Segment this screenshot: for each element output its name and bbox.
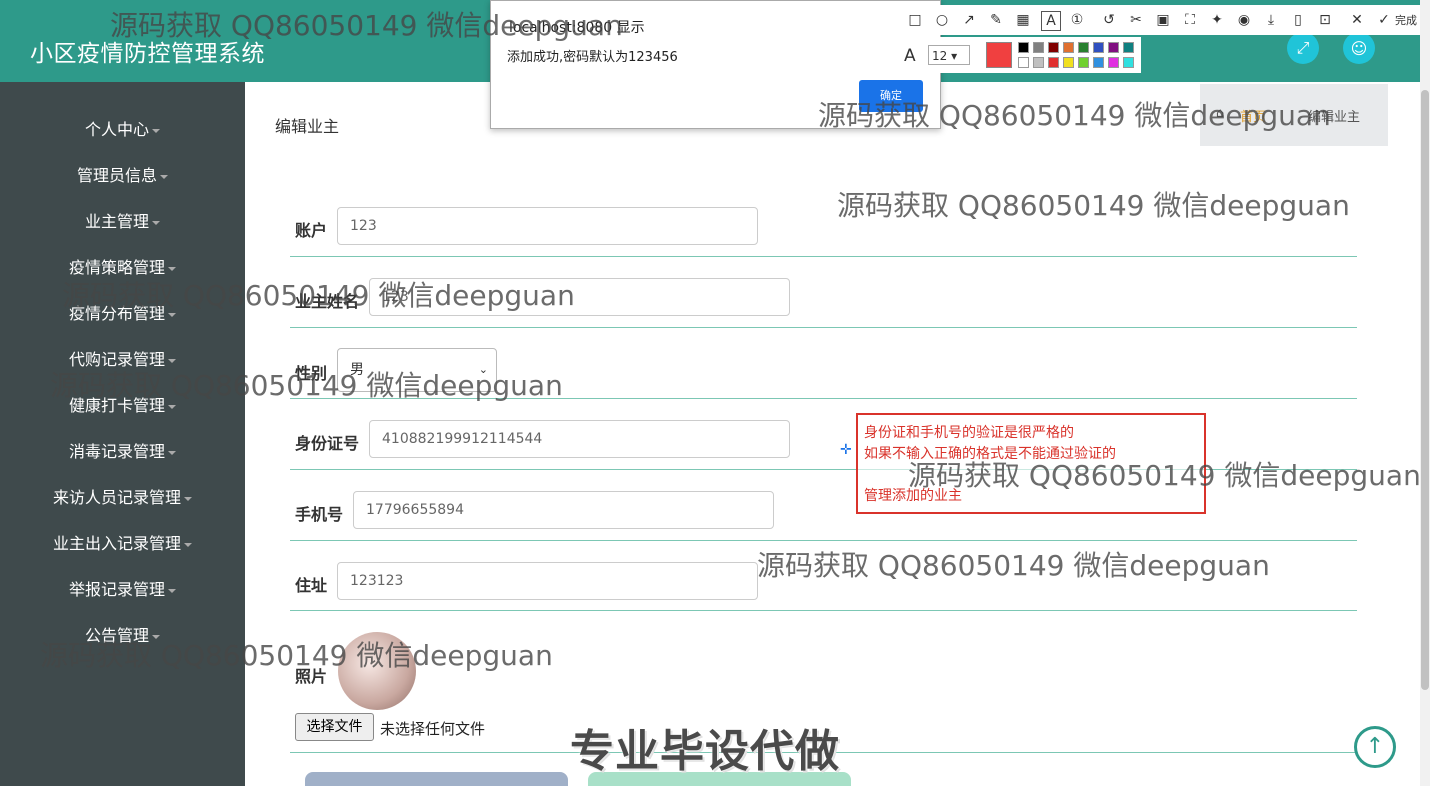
color-swatch[interactable] [1063,57,1074,68]
ocr-icon[interactable]: ▣ [1154,11,1172,29]
promo-overlay: 专业毕设代做 [570,726,840,777]
scrollbar-thumb[interactable] [1421,90,1429,690]
sidebar-item-owner-management[interactable]: 业主管理 [0,208,245,232]
row-divider [290,327,1357,328]
choose-file-button[interactable]: 选择文件 [295,713,374,741]
pen-icon[interactable]: ✎ [987,11,1005,29]
color-swatch[interactable] [1063,42,1074,53]
color-swatch[interactable] [1033,57,1044,68]
font-size-value: 12 [932,49,948,63]
color-swatch[interactable] [1093,57,1104,68]
color-swatch[interactable] [1048,42,1059,53]
watermark: 源码获取 QQ86050149 微信deepguan [110,9,623,42]
sidebar-item-label: 业主管理 [84,212,149,231]
bookmark-icon[interactable]: ⊡ [1316,11,1334,29]
submit-button[interactable] [305,772,568,786]
account-label: 账户 [295,221,328,240]
sidebar-item-label: 业主出入记录管理 [52,534,181,553]
id-number-input[interactable]: 410882199912114544 [369,420,790,458]
sidebar-item-owner-access-records[interactable]: 业主出入记录管理 [0,530,245,554]
row-divider [290,256,1357,257]
caret-down-icon [168,404,176,409]
watermark: 源码获取 QQ86050149 微信deepguan [62,279,575,312]
annotation-line: 身份证和手机号的验证是很严格的 [864,425,1074,441]
color-swatch[interactable] [1108,42,1119,53]
watermark: 源码获取 QQ86050149 微信deepguan [837,189,1350,222]
sidebar-item-label: 个人中心 [84,120,149,139]
watermark: 源码获取 QQ86050149 微信deepguan [40,639,553,672]
record-icon[interactable]: ◉ [1235,11,1253,29]
sidebar-item-label: 消毒记录管理 [68,442,165,461]
sidebar-item-label: 管理员信息 [76,166,157,185]
watermark: 源码获取 QQ86050149 微信deepguan [818,99,1331,132]
ellipse-icon[interactable]: ○ [933,11,951,29]
undo-icon[interactable]: ↺ [1100,11,1118,29]
sidebar-item-admin-info[interactable]: 管理员信息 [0,162,245,186]
watermark: 源码获取 QQ86050149 微信deepguan [908,459,1421,492]
font-icon: A [904,46,916,66]
crosshair-cursor-icon: ✛ [840,442,852,458]
watermark: 源码获取 QQ86050149 微信deepguan [757,549,1270,582]
text-options-bar: A 12 ▾ [898,37,1141,73]
phone-icon[interactable]: ▯ [1289,11,1307,29]
arrow-up-icon: ↑ [1365,734,1385,759]
sidebar-item-label: 举报记录管理 [68,580,165,599]
close-icon[interactable]: ✕ [1348,11,1366,29]
color-swatch[interactable] [1123,57,1134,68]
sidebar-item-visitor-records[interactable]: 来访人员记录管理 [0,484,245,508]
watermark: 源码获取 QQ86050149 微信deepguan [50,369,563,402]
color-swatch[interactable] [1033,42,1044,53]
caret-down-icon [168,450,176,455]
text-tool-icon[interactable]: A [1041,11,1061,31]
caret-down-icon [152,220,160,225]
user-icon[interactable]: ☺ [1343,32,1375,64]
check-icon[interactable]: ✓ [1375,11,1393,29]
caret-down-icon [152,128,160,133]
sidebar-item-disinfection-records[interactable]: 消毒记录管理 [0,438,245,462]
done-label[interactable]: 完成 [1395,12,1417,28]
sidebar [0,82,245,786]
caret-down-icon [168,358,176,363]
mosaic-icon[interactable]: ▦ [1014,11,1032,29]
account-input[interactable]: 123 [337,207,758,245]
sidebar-item-report-records[interactable]: 举报记录管理 [0,576,245,600]
number-icon[interactable]: ① [1068,11,1086,29]
page-title: 编辑业主 [275,117,340,136]
fullscreen-icon[interactable]: ⤢ [1287,32,1319,64]
color-swatch[interactable] [1078,57,1089,68]
color-swatch[interactable] [1048,57,1059,68]
dialog-message: 添加成功,密码默认为123456 [507,50,678,65]
file-status: 未选择任何文件 [380,720,486,738]
caret-down-icon [184,496,192,501]
scissors-icon[interactable]: ✂ [1127,11,1145,29]
color-swatch[interactable] [1018,57,1029,68]
row-divider [290,610,1357,611]
color-swatch[interactable] [1123,42,1134,53]
arrow-icon[interactable]: ↗ [960,11,978,29]
address-label: 住址 [295,576,328,595]
sidebar-item-label: 来访人员记录管理 [52,488,181,507]
pin-icon[interactable]: ✦ [1208,11,1226,29]
color-swatch[interactable] [1093,42,1104,53]
address-input[interactable]: 123123 [337,562,758,600]
scroll-to-top-button[interactable]: ↑ [1354,726,1396,768]
color-swatch[interactable] [1018,42,1029,53]
row-divider [290,540,1357,541]
caret-down-icon [184,542,192,547]
color-swatch[interactable] [1078,42,1089,53]
id-number-label: 身份证号 [295,434,360,453]
sidebar-item-personal-center[interactable]: 个人中心 [0,116,245,140]
screenshot-toolbar: □ ○ ↗ ✎ ▦ A ① ↺ ✂ ▣ ⛶ ✦ ◉ ⤓ ▯ ⊡ ✕ ✓ 完成 [898,5,1430,35]
color-swatch[interactable] [1108,57,1119,68]
font-size-select[interactable]: 12 ▾ [928,45,970,65]
phone-input[interactable]: 17796655894 [353,491,774,529]
rectangle-icon[interactable]: □ [906,11,924,29]
download-icon[interactable]: ⤓ [1262,11,1280,29]
phone-label: 手机号 [295,505,344,524]
scan-icon[interactable]: ⛶ [1181,11,1199,29]
caret-down-icon [168,588,176,593]
caret-down-icon [168,266,176,271]
current-color-swatch[interactable] [986,42,1012,68]
caret-down-icon [160,174,168,179]
